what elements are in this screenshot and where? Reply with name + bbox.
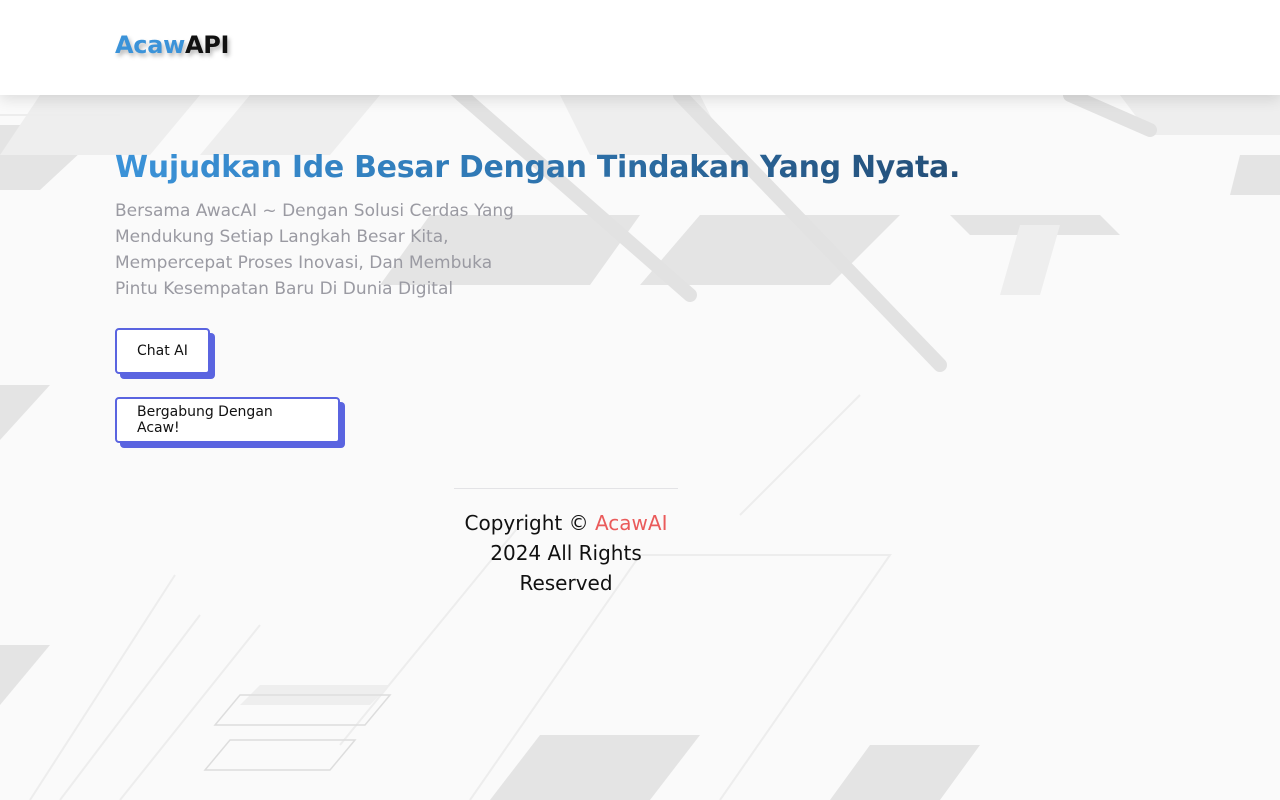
hero-description: Bersama AwacAI ~ Dengan Solusi Cerdas Ya…: [115, 201, 514, 299]
site-logo[interactable]: AcawAPI: [115, 31, 229, 59]
site-header: AcawAPI: [0, 0, 1280, 95]
copyright-prefix: Copyright ©: [464, 511, 589, 535]
footer-divider: [454, 488, 678, 489]
chat-ai-button[interactable]: Chat AI: [115, 328, 210, 374]
page: AcawAPI Wujudkan Ide Besar Dengan Tindak…: [0, 0, 1280, 800]
copyright-text: Copyright © AcawAI 2024 All Rights Reser…: [441, 508, 691, 598]
hero-section: Wujudkan Ide Besar Dengan Tindakan Yang …: [115, 148, 960, 443]
copyright-suffix: 2024 All Rights Reserved: [490, 541, 642, 595]
logo-accent-text: Acaw: [115, 31, 185, 59]
hero-title: Wujudkan Ide Besar Dengan Tindakan Yang …: [115, 148, 960, 188]
logo-dark-text: API: [184, 31, 230, 59]
footer-brand-link[interactable]: AcawAI: [595, 511, 668, 535]
join-acaw-button[interactable]: Bergabung Dengan Acaw!: [115, 397, 340, 443]
